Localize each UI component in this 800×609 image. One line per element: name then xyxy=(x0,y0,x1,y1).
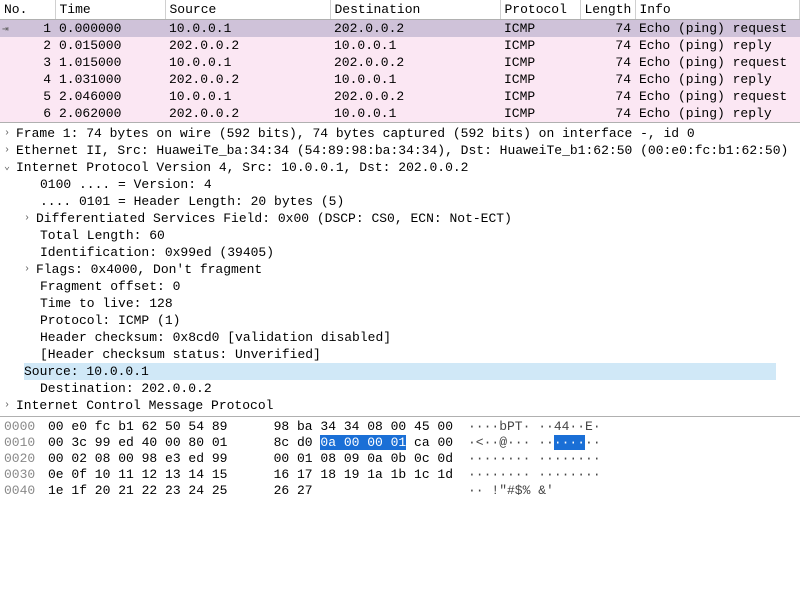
ip-destination[interactable]: Destination: 202.0.0.2 xyxy=(0,380,800,397)
packet-bytes-pane[interactable]: 000000 e0 fc b1 62 50 54 89 98 ba 34 34 … xyxy=(0,417,800,501)
col-length[interactable]: Length xyxy=(580,0,635,20)
hex-ascii: ·· !"#$% &' xyxy=(468,483,554,499)
frame-summary: Frame 1: 74 bytes on wire (592 bits), 74… xyxy=(16,126,695,141)
packet-table[interactable]: No. Time Source Destination Protocol Len… xyxy=(0,0,800,122)
chevron-right-icon: › xyxy=(24,210,36,227)
table-row[interactable]: 31.01500010.0.0.1202.0.0.2ICMP74Echo (pi… xyxy=(0,54,800,71)
hex-bytes: 8c d0 0a 00 00 01 ca 00 xyxy=(258,435,468,451)
ip-version[interactable]: 0100 .... = Version: 4 xyxy=(0,176,800,193)
ip-dsf[interactable]: ›Differentiated Services Field: 0x00 (DS… xyxy=(0,210,800,227)
chevron-right-icon: › xyxy=(4,397,16,414)
tree-icmp[interactable]: ›Internet Control Message Protocol xyxy=(0,397,800,414)
ip-identification[interactable]: Identification: 0x99ed (39405) xyxy=(0,244,800,261)
tree-ipv4[interactable]: ⌄Internet Protocol Version 4, Src: 10.0.… xyxy=(0,159,800,176)
col-source[interactable]: Source xyxy=(165,0,330,20)
ip-header-length[interactable]: .... 0101 = Header Length: 20 bytes (5) xyxy=(0,193,800,210)
hex-offset: 0030 xyxy=(4,467,48,483)
hex-line[interactable]: 002000 02 08 00 98 e3 ed 99 00 01 08 09 … xyxy=(4,451,796,467)
hex-offset: 0000 xyxy=(4,419,48,435)
chevron-right-icon: › xyxy=(4,142,16,159)
hex-ascii: ····bPT· ··44··E· xyxy=(468,419,601,435)
hex-bytes: 0e 0f 10 11 12 13 14 15 xyxy=(48,467,258,483)
hex-bytes: 00 02 08 00 98 e3 ed 99 xyxy=(48,451,258,467)
hex-ascii: ·<··@··· ········ xyxy=(468,435,601,451)
table-row[interactable]: 62.062000202.0.0.210.0.0.1ICMP74Echo (pi… xyxy=(0,105,800,122)
hex-offset: 0010 xyxy=(4,435,48,451)
hex-bytes: 26 27 xyxy=(258,483,468,499)
ip-ttl[interactable]: Time to live: 128 xyxy=(0,295,800,312)
hex-bytes: 1e 1f 20 21 22 23 24 25 xyxy=(48,483,258,499)
table-row[interactable]: 41.031000202.0.0.210.0.0.1ICMP74Echo (pi… xyxy=(0,71,800,88)
ip-source[interactable]: Source: 10.0.0.1 xyxy=(0,363,800,380)
header-row: No. Time Source Destination Protocol Len… xyxy=(0,0,800,20)
ip-summary: Internet Protocol Version 4, Src: 10.0.0… xyxy=(16,160,468,175)
chevron-right-icon: › xyxy=(4,125,16,142)
col-destination[interactable]: Destination xyxy=(330,0,500,20)
ip-checksum[interactable]: Header checksum: 0x8cd0 [validation disa… xyxy=(0,329,800,346)
hex-line[interactable]: 001000 3c 99 ed 40 00 80 01 8c d0 0a 00 … xyxy=(4,435,796,451)
tree-frame[interactable]: ›Frame 1: 74 bytes on wire (592 bits), 7… xyxy=(0,125,800,142)
hex-line[interactable]: 000000 e0 fc b1 62 50 54 89 98 ba 34 34 … xyxy=(4,419,796,435)
hex-ascii: ········ ········ xyxy=(468,467,601,483)
hex-bytes: 00 01 08 09 0a 0b 0c 0d xyxy=(258,451,468,467)
hex-line[interactable]: 00300e 0f 10 11 12 13 14 15 16 17 18 19 … xyxy=(4,467,796,483)
hex-bytes: 98 ba 34 34 08 00 45 00 xyxy=(258,419,468,435)
hex-offset: 0020 xyxy=(4,451,48,467)
col-time[interactable]: Time xyxy=(55,0,165,20)
col-no[interactable]: No. xyxy=(0,0,55,20)
hex-ascii: ········ ········ xyxy=(468,451,601,467)
chevron-right-icon: › xyxy=(24,261,36,278)
tree-ethernet[interactable]: ›Ethernet II, Src: HuaweiTe_ba:34:34 (54… xyxy=(0,142,800,159)
packet-list-pane: No. Time Source Destination Protocol Len… xyxy=(0,0,800,123)
hex-bytes: 00 3c 99 ed 40 00 80 01 xyxy=(48,435,258,451)
col-protocol[interactable]: Protocol xyxy=(500,0,580,20)
ip-total-length[interactable]: Total Length: 60 xyxy=(0,227,800,244)
col-info[interactable]: Info xyxy=(635,0,800,20)
packet-details-pane[interactable]: ›Frame 1: 74 bytes on wire (592 bits), 7… xyxy=(0,123,800,417)
ip-flags[interactable]: ›Flags: 0x4000, Don't fragment xyxy=(0,261,800,278)
chevron-down-icon: ⌄ xyxy=(4,159,16,176)
table-row[interactable]: ⇥10.00000010.0.0.1202.0.0.2ICMP74Echo (p… xyxy=(0,20,800,38)
ip-frag-offset[interactable]: Fragment offset: 0 xyxy=(0,278,800,295)
hex-offset: 0040 xyxy=(4,483,48,499)
hex-line[interactable]: 00401e 1f 20 21 22 23 24 25 26 27·· !"#$… xyxy=(4,483,796,499)
current-frame-icon: ⇥ xyxy=(2,22,9,36)
table-row[interactable]: 20.015000202.0.0.210.0.0.1ICMP74Echo (pi… xyxy=(0,37,800,54)
eth-summary: Ethernet II, Src: HuaweiTe_ba:34:34 (54:… xyxy=(16,143,788,158)
hex-bytes: 16 17 18 19 1a 1b 1c 1d xyxy=(258,467,468,483)
hex-bytes: 00 e0 fc b1 62 50 54 89 xyxy=(48,419,258,435)
ip-checksum-status[interactable]: [Header checksum status: Unverified] xyxy=(0,346,800,363)
table-row[interactable]: 52.04600010.0.0.1202.0.0.2ICMP74Echo (pi… xyxy=(0,88,800,105)
ip-protocol[interactable]: Protocol: ICMP (1) xyxy=(0,312,800,329)
icmp-summary: Internet Control Message Protocol xyxy=(16,398,273,413)
